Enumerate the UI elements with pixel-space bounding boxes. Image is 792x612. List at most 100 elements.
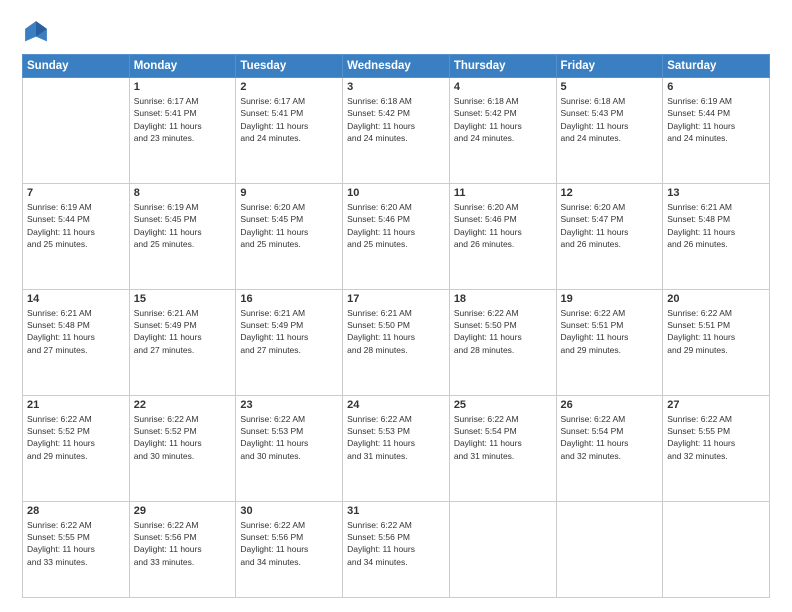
- day-cell: 4 Sunrise: 6:18 AMSunset: 5:42 PMDaylight…: [449, 78, 556, 184]
- day-info: Sunrise: 6:18 AMSunset: 5:42 PMDaylight:…: [347, 95, 445, 144]
- day-number: 22: [134, 399, 232, 411]
- day-cell: 9Sunrise: 6:20 AMSunset: 5:45 PMDaylight…: [236, 183, 343, 289]
- day-number: 7: [27, 187, 125, 199]
- day-cell: 2Sunrise: 6:17 AMSunset: 5:41 PMDaylight…: [236, 78, 343, 184]
- week-row-4: 21 Sunrise: 6:22 AMSunset: 5:52 PMDayligh…: [23, 395, 770, 501]
- day-cell: 8 Sunrise: 6:19 AMSunset: 5:45 PMDaylight…: [129, 183, 236, 289]
- day-info: Sunrise: 6:22 AMSunset: 5:56 PMDaylight:…: [347, 519, 445, 568]
- day-number: 6: [667, 81, 765, 93]
- day-number: 10: [347, 187, 445, 199]
- day-number: 21: [27, 399, 125, 411]
- day-number: 13: [667, 187, 765, 199]
- week-row-2: 7Sunrise: 6:19 AMSunset: 5:44 PMDaylight…: [23, 183, 770, 289]
- day-cell: 7Sunrise: 6:19 AMSunset: 5:44 PMDaylight…: [23, 183, 130, 289]
- day-cell: 20 Sunrise: 6:22 AMSunset: 5:51 PMDayligh…: [663, 289, 770, 395]
- col-header-tuesday: Tuesday: [236, 55, 343, 78]
- calendar-table: SundayMondayTuesdayWednesdayThursdayFrid…: [22, 54, 770, 598]
- day-number: 25: [454, 399, 552, 411]
- week-row-5: 28 Sunrise: 6:22 AMSunset: 5:55 PMDayligh…: [23, 501, 770, 597]
- day-number: 16: [240, 293, 338, 305]
- day-number: 8: [134, 187, 232, 199]
- logo-icon: [22, 18, 50, 46]
- day-info: Sunrise: 6:22 AMSunset: 5:52 PMDaylight:…: [27, 413, 125, 462]
- header-row: SundayMondayTuesdayWednesdayThursdayFrid…: [23, 55, 770, 78]
- day-info: Sunrise: 6:17 AMSunset: 5:41 PMDaylight:…: [240, 95, 338, 144]
- day-cell: 3 Sunrise: 6:18 AMSunset: 5:42 PMDaylight…: [343, 78, 450, 184]
- day-info: Sunrise: 6:22 AMSunset: 5:56 PMDaylight:…: [240, 519, 338, 568]
- col-header-wednesday: Wednesday: [343, 55, 450, 78]
- day-info: Sunrise: 6:22 AMSunset: 5:51 PMDaylight:…: [561, 307, 659, 356]
- day-info: Sunrise: 6:18 AMSunset: 5:42 PMDaylight:…: [454, 95, 552, 144]
- day-number: 14: [27, 293, 125, 305]
- day-cell: 18 Sunrise: 6:22 AMSunset: 5:50 PMDayligh…: [449, 289, 556, 395]
- day-cell: 21 Sunrise: 6:22 AMSunset: 5:52 PMDayligh…: [23, 395, 130, 501]
- day-number: 20: [667, 293, 765, 305]
- day-number: 26: [561, 399, 659, 411]
- day-cell: 15 Sunrise: 6:21 AMSunset: 5:49 PMDayligh…: [129, 289, 236, 395]
- col-header-thursday: Thursday: [449, 55, 556, 78]
- day-info: Sunrise: 6:22 AMSunset: 5:50 PMDaylight:…: [454, 307, 552, 356]
- day-cell: 14 Sunrise: 6:21 AMSunset: 5:48 PMDayligh…: [23, 289, 130, 395]
- day-info: Sunrise: 6:19 AMSunset: 5:44 PMDaylight:…: [667, 95, 765, 144]
- day-cell: 19 Sunrise: 6:22 AMSunset: 5:51 PMDayligh…: [556, 289, 663, 395]
- day-info: Sunrise: 6:19 AMSunset: 5:45 PMDaylight:…: [134, 201, 232, 250]
- day-info: Sunrise: 6:18 AMSunset: 5:43 PMDaylight:…: [561, 95, 659, 144]
- day-number: 31: [347, 505, 445, 517]
- day-number: 5: [561, 81, 659, 93]
- day-cell: 28 Sunrise: 6:22 AMSunset: 5:55 PMDayligh…: [23, 501, 130, 597]
- day-info: Sunrise: 6:22 AMSunset: 5:54 PMDaylight:…: [454, 413, 552, 462]
- header: [22, 18, 770, 46]
- day-number: 19: [561, 293, 659, 305]
- day-number: 17: [347, 293, 445, 305]
- day-info: Sunrise: 6:21 AMSunset: 5:48 PMDaylight:…: [667, 201, 765, 250]
- day-cell: 25 Sunrise: 6:22 AMSunset: 5:54 PMDayligh…: [449, 395, 556, 501]
- day-info: Sunrise: 6:20 AMSunset: 5:45 PMDaylight:…: [240, 201, 338, 250]
- day-info: Sunrise: 6:21 AMSunset: 5:50 PMDaylight:…: [347, 307, 445, 356]
- day-cell: 1 Sunrise: 6:17 AMSunset: 5:41 PMDaylight…: [129, 78, 236, 184]
- day-number: 1: [134, 81, 232, 93]
- day-info: Sunrise: 6:22 AMSunset: 5:55 PMDaylight:…: [27, 519, 125, 568]
- day-cell: 13 Sunrise: 6:21 AMSunset: 5:48 PMDayligh…: [663, 183, 770, 289]
- day-cell: 30 Sunrise: 6:22 AMSunset: 5:56 PMDayligh…: [236, 501, 343, 597]
- day-cell: 17 Sunrise: 6:21 AMSunset: 5:50 PMDayligh…: [343, 289, 450, 395]
- day-cell: 24 Sunrise: 6:22 AMSunset: 5:53 PMDayligh…: [343, 395, 450, 501]
- day-info: Sunrise: 6:22 AMSunset: 5:52 PMDaylight:…: [134, 413, 232, 462]
- day-info: Sunrise: 6:22 AMSunset: 5:51 PMDaylight:…: [667, 307, 765, 356]
- day-cell: [23, 78, 130, 184]
- calendar-page: SundayMondayTuesdayWednesdayThursdayFrid…: [0, 0, 792, 612]
- day-cell: 26 Sunrise: 6:22 AMSunset: 5:54 PMDayligh…: [556, 395, 663, 501]
- day-number: 30: [240, 505, 338, 517]
- day-number: 15: [134, 293, 232, 305]
- day-info: Sunrise: 6:21 AMSunset: 5:48 PMDaylight:…: [27, 307, 125, 356]
- col-header-monday: Monday: [129, 55, 236, 78]
- day-cell: 6 Sunrise: 6:19 AMSunset: 5:44 PMDaylight…: [663, 78, 770, 184]
- day-cell: 16 Sunrise: 6:21 AMSunset: 5:49 PMDayligh…: [236, 289, 343, 395]
- day-cell: 11Sunrise: 6:20 AMSunset: 5:46 PMDayligh…: [449, 183, 556, 289]
- day-info: Sunrise: 6:22 AMSunset: 5:54 PMDaylight:…: [561, 413, 659, 462]
- day-info: Sunrise: 6:21 AMSunset: 5:49 PMDaylight:…: [134, 307, 232, 356]
- day-info: Sunrise: 6:17 AMSunset: 5:41 PMDaylight:…: [134, 95, 232, 144]
- day-number: 24: [347, 399, 445, 411]
- day-info: Sunrise: 6:22 AMSunset: 5:53 PMDaylight:…: [347, 413, 445, 462]
- day-number: 3: [347, 81, 445, 93]
- day-cell: 12 Sunrise: 6:20 AMSunset: 5:47 PMDayligh…: [556, 183, 663, 289]
- day-cell: [556, 501, 663, 597]
- day-number: 18: [454, 293, 552, 305]
- logo: [22, 18, 54, 46]
- col-header-friday: Friday: [556, 55, 663, 78]
- day-number: 28: [27, 505, 125, 517]
- week-row-3: 14 Sunrise: 6:21 AMSunset: 5:48 PMDayligh…: [23, 289, 770, 395]
- day-number: 12: [561, 187, 659, 199]
- day-info: Sunrise: 6:21 AMSunset: 5:49 PMDaylight:…: [240, 307, 338, 356]
- day-cell: 5 Sunrise: 6:18 AMSunset: 5:43 PMDaylight…: [556, 78, 663, 184]
- day-info: Sunrise: 6:20 AMSunset: 5:47 PMDaylight:…: [561, 201, 659, 250]
- day-number: 23: [240, 399, 338, 411]
- day-number: 4: [454, 81, 552, 93]
- day-cell: 27Sunrise: 6:22 AMSunset: 5:55 PMDayligh…: [663, 395, 770, 501]
- day-cell: 31 Sunrise: 6:22 AMSunset: 5:56 PMDayligh…: [343, 501, 450, 597]
- day-cell: 10 Sunrise: 6:20 AMSunset: 5:46 PMDayligh…: [343, 183, 450, 289]
- day-info: Sunrise: 6:22 AMSunset: 5:56 PMDaylight:…: [134, 519, 232, 568]
- day-info: Sunrise: 6:20 AMSunset: 5:46 PMDaylight:…: [347, 201, 445, 250]
- day-cell: [449, 501, 556, 597]
- col-header-sunday: Sunday: [23, 55, 130, 78]
